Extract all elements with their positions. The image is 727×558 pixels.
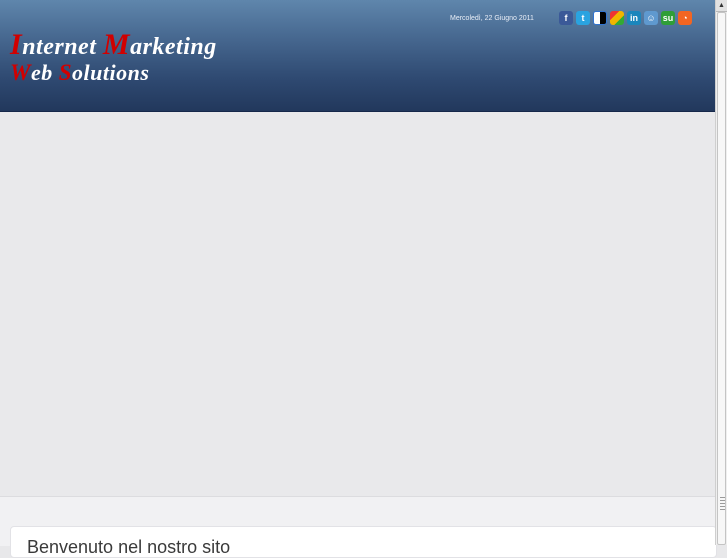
current-date: Mercoledì, 22 Giugno 2011 [450,15,534,22]
site-logo[interactable]: Internet Marketing Web Solutions [10,30,217,86]
twitter-icon[interactable]: t [576,11,590,25]
welcome-card: Benvenuto nel nostro sito [10,526,717,558]
logo-text-internet: nternet [22,34,103,60]
linkedin-icon[interactable]: in [627,11,641,25]
stumbleupon-icon[interactable]: su [661,11,675,25]
logo-text-solutions: olutions [72,60,150,85]
reddit-icon[interactable]: ☺ [644,11,658,25]
logo-text-web: eb [30,60,59,85]
vertical-scrollbar[interactable]: ▲ [715,0,727,545]
hero-banner-area [0,112,715,496]
logo-line-1: Internet Marketing [10,30,217,61]
social-icons: f t in ☺ su ◔ [559,11,692,25]
welcome-title: Benvenuto nel nostro sito [27,537,231,557]
logo-cap-w: W [10,60,31,85]
logo-text-marketing: arketing [130,34,217,60]
scrollbar-grip [720,497,725,511]
logo-cap-i: I [10,28,23,61]
scroll-up-arrow-icon[interactable]: ▲ [716,0,727,12]
delicious-icon[interactable] [593,11,607,25]
facebook-icon[interactable]: f [559,11,573,25]
scrollbar-thumb[interactable] [717,12,726,545]
rss-icon[interactable]: ◔ [678,11,692,25]
google-buzz-icon[interactable] [610,11,624,25]
logo-line-2: Web Solutions [10,60,217,86]
logo-cap-m: M [102,28,131,61]
site-header: Internet Marketing Web Solutions Mercole… [0,0,715,112]
logo-cap-s: S [58,60,73,85]
